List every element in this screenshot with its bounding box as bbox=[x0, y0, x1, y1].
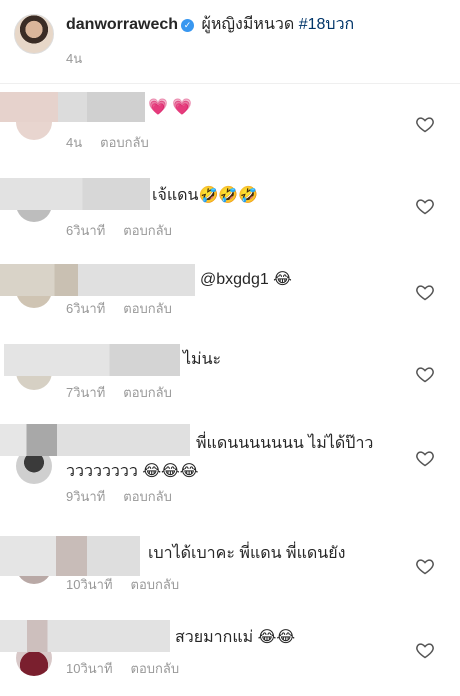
blurred-username bbox=[0, 92, 145, 122]
post-username[interactable]: danworrawech bbox=[66, 16, 178, 33]
comment-item: 💗 💗 4น ตอบกลับ bbox=[0, 88, 460, 158]
comment-meta: 4น ตอบกลับ bbox=[66, 132, 149, 153]
reply-button[interactable]: ตอบกลับ bbox=[131, 661, 180, 676]
comment-item: @bxgdg1 😂 6วินาที ตอบกลับ bbox=[0, 262, 460, 332]
like-heart-icon[interactable] bbox=[415, 448, 435, 468]
comment-text: เบาได้เบาคะ พี่แดน พี่แดนยัง bbox=[148, 545, 346, 562]
like-heart-icon[interactable] bbox=[415, 196, 435, 216]
reply-button[interactable]: ตอบกลับ bbox=[123, 489, 172, 504]
comment-text: 💗 💗 bbox=[148, 99, 193, 116]
blurred-username bbox=[0, 620, 170, 652]
blurred-username bbox=[4, 344, 180, 376]
blurred-username bbox=[0, 178, 150, 210]
comment-time: 6วินาที bbox=[66, 223, 106, 238]
reply-button[interactable]: ตอบกลับ bbox=[131, 577, 180, 592]
comment-item: ไม่นะ 7วินาที ตอบกลับ bbox=[0, 344, 460, 414]
post-hashtag[interactable]: #18บวก bbox=[299, 16, 355, 33]
comment-item: เบาได้เบาคะ พี่แดน พี่แดนยัง 10วินาที ตอบ… bbox=[0, 534, 460, 604]
comment-meta: 6วินาที ตอบกลับ bbox=[66, 220, 172, 241]
comment-item: พี่แดนนนนนนน ไม่ได้ป๊าววววววววว 😂😂😂 9วิน… bbox=[0, 422, 460, 512]
like-heart-icon[interactable] bbox=[415, 282, 435, 302]
comment-meta: 10วินาที ตอบกลับ bbox=[66, 574, 179, 595]
comment-text: สวยมากแม่ 😂😂 bbox=[175, 629, 296, 646]
reply-button[interactable]: ตอบกลับ bbox=[123, 223, 172, 238]
comment-meta: 9วินาที ตอบกลับ bbox=[66, 486, 172, 507]
reply-button[interactable]: ตอบกลับ bbox=[100, 135, 149, 150]
comment-text: เจ้แดน🤣🤣🤣 bbox=[152, 187, 259, 204]
blurred-username bbox=[0, 264, 195, 296]
comment-meta: 10วินาที ตอบกลับ bbox=[66, 658, 179, 679]
comment-time: 10วินาที bbox=[66, 661, 113, 676]
blurred-username bbox=[0, 536, 140, 576]
comment-time: 10วินาที bbox=[66, 577, 113, 592]
comment-time: 7วินาที bbox=[66, 385, 106, 400]
post-header: danworrawech ✓ ผู้หญิงมีหนวด #18บวก 4น bbox=[0, 0, 460, 84]
comment-item: เจ้แดน🤣🤣🤣 6วินาที ตอบกลับ bbox=[0, 176, 460, 246]
post-caption-line: danworrawech ✓ ผู้หญิงมีหนวด #18บวก bbox=[66, 15, 354, 35]
like-heart-icon[interactable] bbox=[415, 556, 435, 576]
like-heart-icon[interactable] bbox=[415, 640, 435, 660]
like-heart-icon[interactable] bbox=[415, 364, 435, 384]
comment-meta: 6วินาที ตอบกลับ bbox=[66, 298, 172, 319]
comment-item: สวยมากแม่ 😂😂 10วินาที ตอบกลับ bbox=[0, 618, 460, 688]
reply-button[interactable]: ตอบกลับ bbox=[123, 385, 172, 400]
post-author-avatar[interactable] bbox=[14, 14, 54, 54]
comment-time: 4น bbox=[66, 135, 83, 150]
comment-time: 6วินาที bbox=[66, 301, 106, 316]
reply-button[interactable]: ตอบกลับ bbox=[123, 301, 172, 316]
like-heart-icon[interactable] bbox=[415, 114, 435, 134]
comment-meta: 7วินาที ตอบกลับ bbox=[66, 382, 172, 403]
verified-badge-icon: ✓ bbox=[181, 19, 195, 32]
comment-time: 9วินาที bbox=[66, 489, 106, 504]
post-timestamp: 4น bbox=[66, 51, 83, 66]
comment-text: @bxgdg1 😂 bbox=[200, 271, 292, 288]
comment-text: ไม่นะ bbox=[183, 351, 222, 368]
post-caption: ผู้หญิงมีหนวด bbox=[201, 16, 295, 33]
comment-text: พี่แดนนนนนนน ไม่ได้ป๊าววววววววว 😂😂😂 bbox=[66, 435, 374, 480]
